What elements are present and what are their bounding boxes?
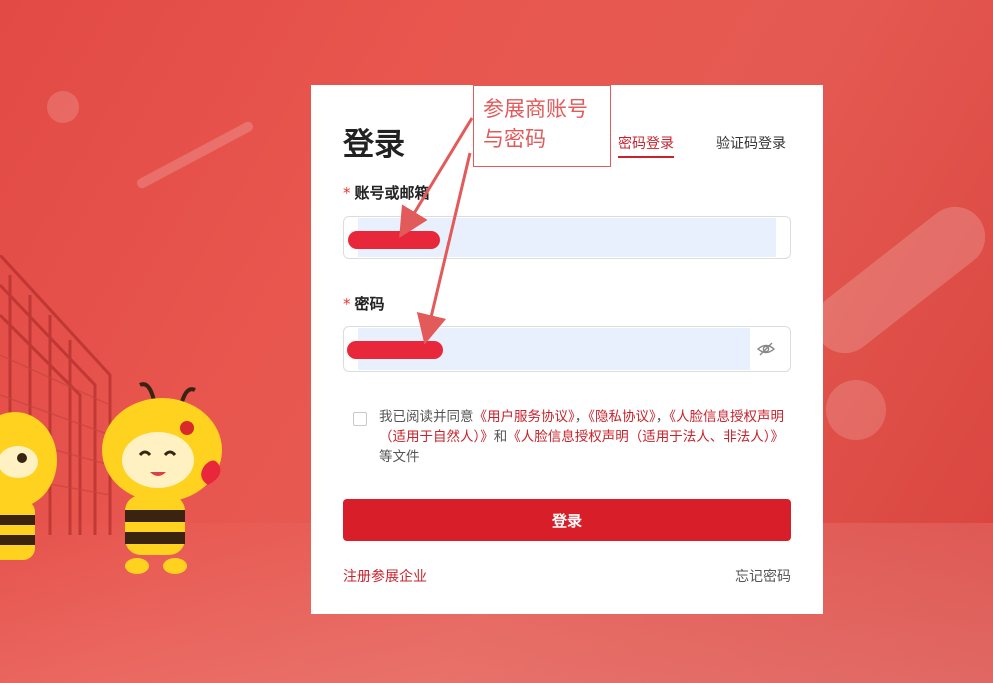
annotation-text: 参展商账号与密码 <box>483 97 588 151</box>
link-face-auth-legal-person[interactable]: 《人脸信息授权声明（适用于法人、非法人）》 <box>507 429 784 445</box>
tab-code-login[interactable]: 验证码登录 <box>716 133 786 153</box>
password-field-label: * 密码 <box>343 293 385 314</box>
link-privacy-agreement[interactable]: 《隐私协议》 <box>588 409 656 425</box>
register-exhibitor-link[interactable]: 注册参展企业 <box>343 566 427 586</box>
login-button[interactable]: 登录 <box>343 499 791 541</box>
account-field-label: * 账号或邮箱 <box>343 182 430 203</box>
agreement-checkbox[interactable] <box>353 412 367 426</box>
bee-mascots-illustration <box>0 382 222 574</box>
agreement-text: 我已阅读并同意《用户服务协议》，《隐私协议》，《人脸信息授权声明（适用于自然人）… <box>379 407 784 467</box>
agreement-separator: ， <box>574 409 589 425</box>
redaction-scribble <box>347 341 443 359</box>
eye-slash-icon[interactable] <box>756 339 776 359</box>
password-field <box>343 326 792 372</box>
required-mark: * <box>343 295 351 313</box>
required-mark: * <box>343 184 351 202</box>
account-field <box>343 216 792 259</box>
agreement-separator: ， <box>655 409 670 425</box>
background-streak <box>802 194 993 366</box>
password-label-text: 密码 <box>354 295 385 313</box>
login-title: 登录 <box>343 127 405 163</box>
background-circle <box>826 380 886 440</box>
account-label-text: 账号或邮箱 <box>354 184 430 202</box>
agreement-prefix: 我已阅读并同意 <box>379 409 474 425</box>
background-circle <box>47 91 79 123</box>
forgot-password-link[interactable]: 忘记密码 <box>735 566 791 586</box>
agreement-suffix: 等文件 <box>379 449 420 465</box>
link-user-service-agreement[interactable]: 《用户服务协议》 <box>474 409 575 425</box>
tab-password-login[interactable]: 密码登录 <box>618 133 674 158</box>
agreement-and: 和 <box>493 429 508 445</box>
background-streak <box>135 120 255 190</box>
annotation-callout: 参展商账号与密码 <box>473 85 611 167</box>
redaction-scribble <box>348 231 440 249</box>
